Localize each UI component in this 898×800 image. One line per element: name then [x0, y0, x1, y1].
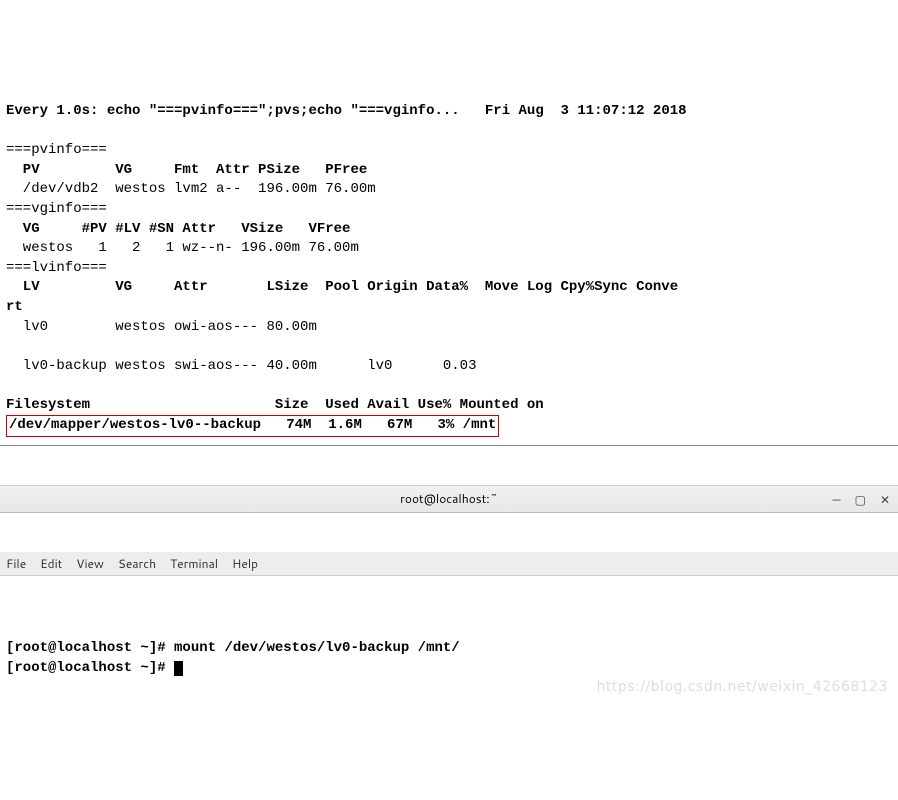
menu-help[interactable]: Help	[232, 556, 258, 573]
vginfo-marker: ===vginfo===	[6, 201, 107, 217]
lvinfo-marker: ===lvinfo===	[6, 260, 107, 276]
lv-row-1: lv0 westos owi-aos--- 80.00m	[6, 319, 317, 335]
cursor-block	[174, 661, 183, 676]
prompt-2: [root@localhost ~]#	[6, 660, 174, 676]
lv-header-wrap: rt	[6, 299, 23, 315]
df-row-highlight: /dev/mapper/westos-lv0--backup 74M 1.6M …	[6, 415, 499, 437]
maximize-button[interactable]: ▢	[855, 492, 866, 509]
terminal-pane[interactable]: [root@localhost ~]# mount /dev/westos/lv…	[0, 616, 898, 702]
window-title: root@localhost:~	[400, 491, 498, 508]
prompt-1: [root@localhost ~]#	[6, 640, 174, 656]
minimize-button[interactable]: —	[832, 492, 840, 509]
vg-row: westos 1 2 1 wz--n- 196.00m 76.00m	[6, 240, 359, 256]
watermark: https://blog.csdn.net/weixin_42668123	[596, 678, 888, 698]
menu-search[interactable]: Search	[118, 556, 156, 573]
watch-output-pane: Every 1.0s: echo "===pvinfo===";pvs;echo…	[0, 78, 898, 446]
pvinfo-marker: ===pvinfo===	[6, 142, 107, 158]
watch-header-right: Fri Aug 3 11:07:12 2018	[485, 103, 687, 119]
watch-header-left: Every 1.0s: echo "===pvinfo===";pvs;echo…	[6, 103, 460, 119]
lv-row-2: lv0-backup westos swi-aos--- 40.00m lv0 …	[6, 358, 476, 374]
pv-header: PV VG Fmt Attr PSize PFree	[6, 162, 376, 178]
titlebar: root@localhost:~ — ▢ ✕	[0, 485, 898, 513]
menu-file[interactable]: File	[6, 556, 26, 573]
command-1: mount /dev/westos/lv0-backup /mnt/	[174, 640, 460, 656]
menu-terminal[interactable]: Terminal	[170, 556, 218, 573]
menubar: File Edit View Search Terminal Help	[0, 552, 898, 576]
close-button[interactable]: ✕	[880, 492, 890, 509]
menu-edit[interactable]: Edit	[40, 556, 62, 573]
vg-header: VG #PV #LV #SN Attr VSize VFree	[6, 221, 359, 237]
lv-header: LV VG Attr LSize Pool Origin Data% Move …	[6, 279, 678, 295]
window-buttons: — ▢ ✕	[832, 486, 890, 514]
pv-row: /dev/vdb2 westos lvm2 a-- 196.00m 76.00m	[6, 181, 376, 197]
menu-view[interactable]: View	[76, 556, 104, 573]
df-header: Filesystem Size Used Avail Use% Mounted …	[6, 397, 544, 413]
